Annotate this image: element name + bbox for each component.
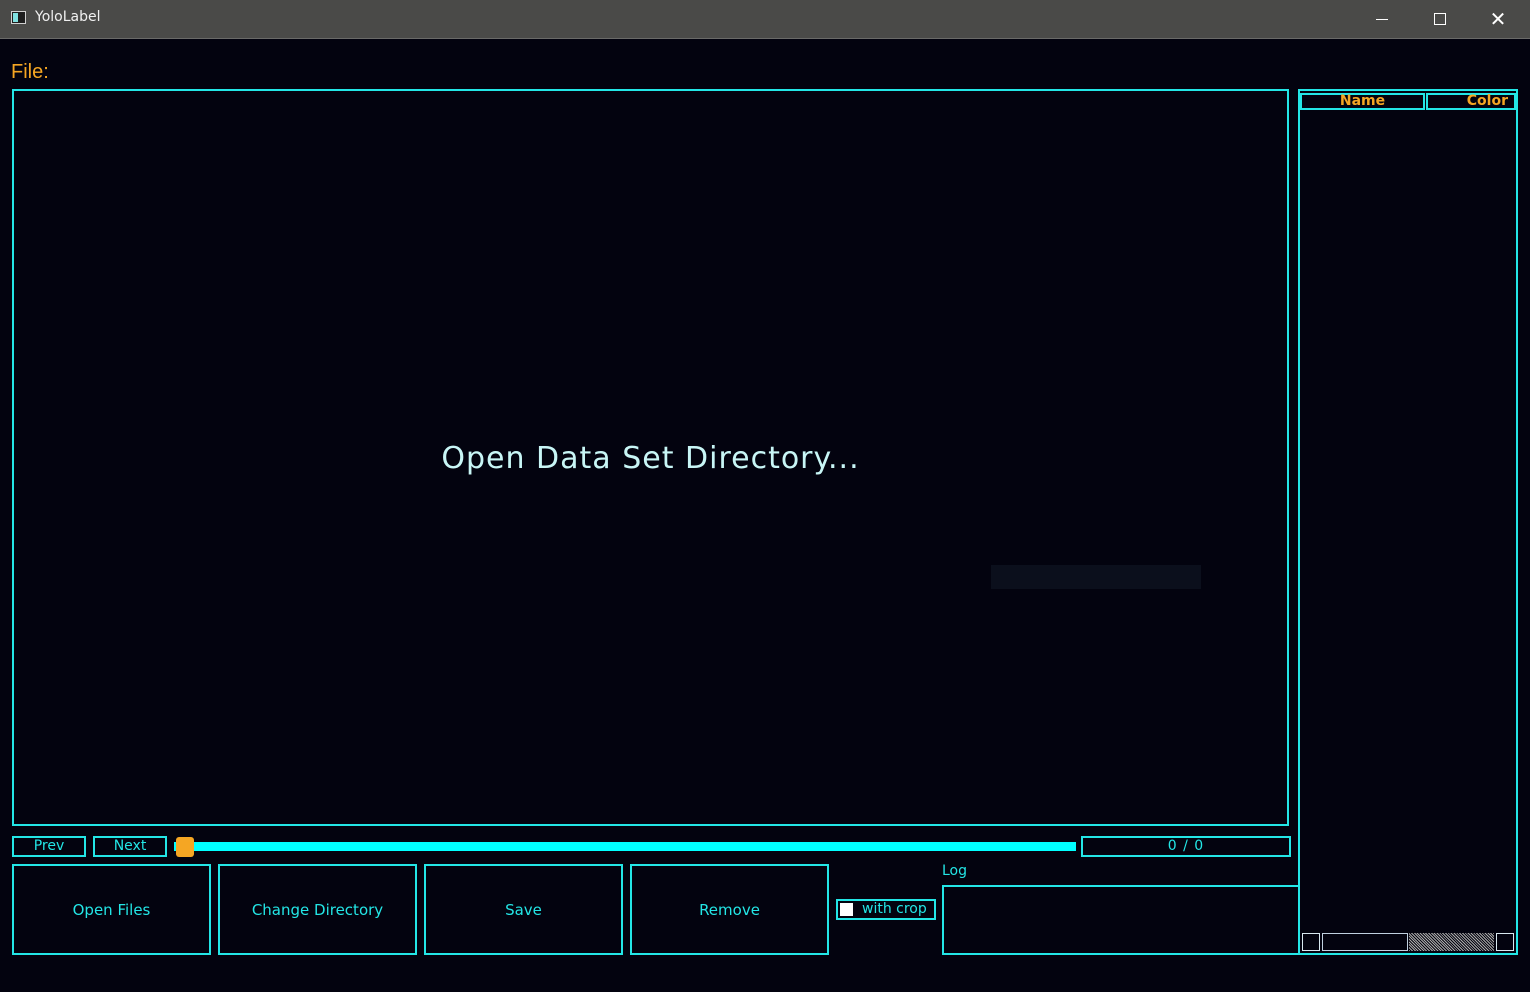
window-title: YoloLabel — [35, 9, 101, 25]
prev-button[interactable]: Prev — [12, 836, 86, 857]
scroll-right-arrow[interactable] — [1496, 933, 1514, 951]
canvas-message: Open Data Set Directory... — [441, 441, 860, 476]
minimize-icon — [1376, 18, 1388, 20]
save-button[interactable]: Save — [424, 864, 623, 955]
image-slider[interactable] — [174, 837, 1076, 857]
checkbox-box[interactable] — [840, 903, 853, 916]
log-label: Log — [942, 863, 968, 879]
app-icon — [11, 11, 26, 24]
slider-track[interactable] — [174, 842, 1076, 851]
title-bar: YoloLabel ✕ — [0, 0, 1530, 39]
horizontal-scrollbar[interactable] — [1301, 932, 1515, 952]
remove-button[interactable]: Remove — [630, 864, 829, 955]
scroll-track[interactable] — [1409, 933, 1494, 951]
column-header-name[interactable]: Name — [1300, 93, 1425, 110]
image-canvas[interactable]: Open Data Set Directory... — [12, 89, 1289, 826]
maximize-icon — [1434, 13, 1446, 25]
column-header-color[interactable]: Color — [1426, 93, 1516, 110]
scroll-thumb[interactable] — [1322, 933, 1408, 951]
close-button[interactable]: ✕ — [1469, 0, 1527, 38]
with-crop-checkbox[interactable]: with crop — [836, 899, 936, 920]
change-directory-button[interactable]: Change Directory — [218, 864, 417, 955]
faded-overlay — [991, 565, 1201, 589]
class-table-body[interactable] — [1300, 110, 1516, 931]
minimize-button[interactable] — [1353, 0, 1411, 38]
slider-handle[interactable] — [176, 837, 194, 857]
close-icon: ✕ — [1489, 7, 1507, 31]
class-table[interactable]: Name Color — [1298, 89, 1518, 955]
next-button[interactable]: Next — [93, 836, 167, 857]
open-files-button[interactable]: Open Files — [12, 864, 211, 955]
log-output[interactable] — [942, 885, 1300, 955]
with-crop-label: with crop — [862, 901, 927, 917]
maximize-button[interactable] — [1411, 0, 1469, 38]
image-counter: 0 / 0 — [1081, 836, 1291, 857]
scroll-left-arrow[interactable] — [1302, 933, 1320, 951]
file-label: File: — [11, 61, 49, 83]
